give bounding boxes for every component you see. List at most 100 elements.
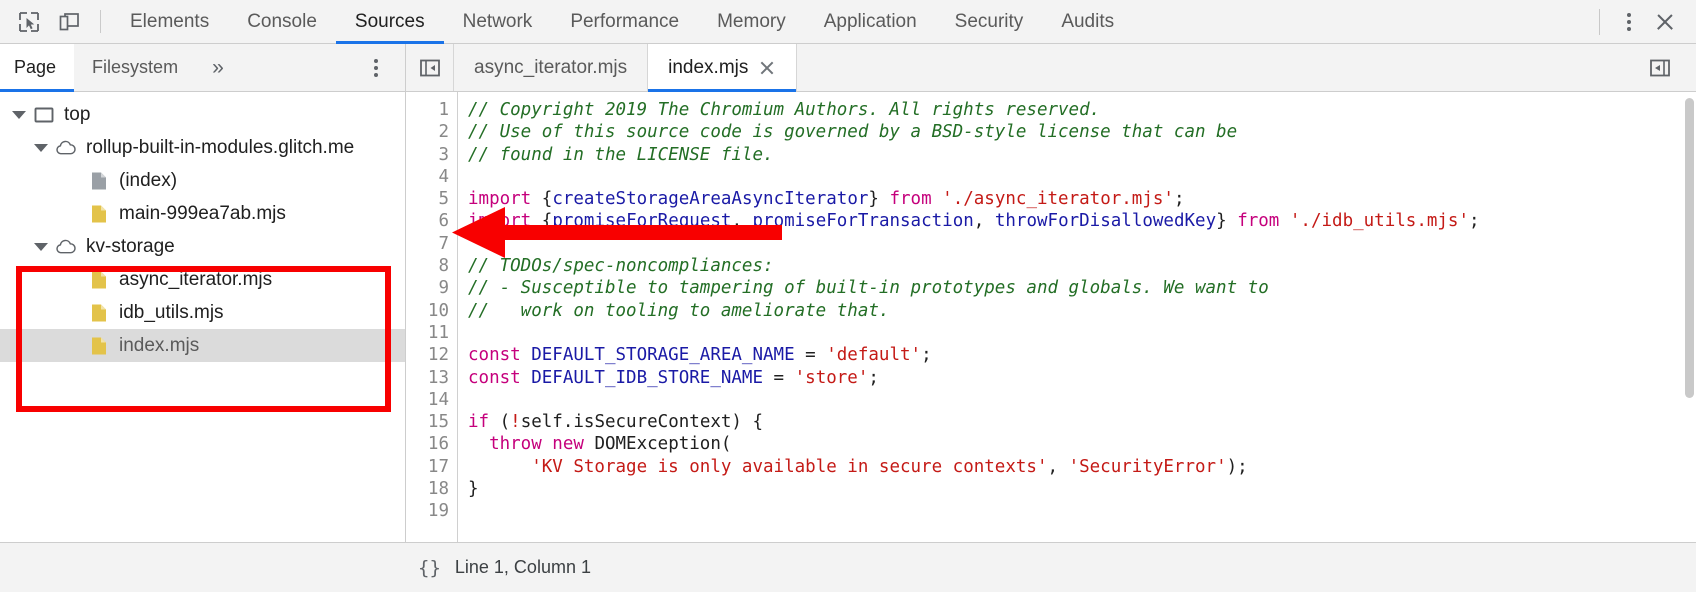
tree-item-idb-utils[interactable]: idb_utils.mjs — [0, 296, 405, 329]
code-token: ! — [510, 412, 521, 432]
code-line: throw new DOMException( — [468, 433, 1696, 455]
code-token: './async_iterator.mjs' — [942, 189, 1174, 209]
tab-label: Audits — [1061, 11, 1114, 33]
devtools-body: Page Filesystem » top — [0, 44, 1696, 542]
tab-console[interactable]: Console — [228, 0, 336, 43]
toolbar-right-icons — [1595, 0, 1696, 43]
inspect-element-icon[interactable] — [12, 7, 46, 37]
code-token: ( — [500, 412, 511, 432]
tree-item-index-mjs[interactable]: index.mjs — [0, 329, 405, 362]
code-token: ; — [1469, 211, 1480, 231]
code-token: // TODOs/spec-noncompliances: — [468, 256, 774, 276]
tab-security[interactable]: Security — [936, 0, 1043, 43]
tab-label: Sources — [355, 11, 425, 33]
cloud-icon — [55, 236, 77, 258]
nav-more-tabs-icon[interactable]: » — [196, 44, 240, 91]
line-number: 5 — [406, 188, 457, 210]
line-number: 18 — [406, 478, 457, 500]
editor-vertical-scrollbar[interactable] — [1685, 98, 1694, 398]
pretty-print-button[interactable]: {} — [406, 557, 455, 579]
line-number: 3 — [406, 144, 457, 166]
close-icon[interactable] — [758, 59, 776, 77]
tab-memory[interactable]: Memory — [698, 0, 805, 43]
navigator-pane: Page Filesystem » top — [0, 44, 406, 542]
nav-tab-label: Filesystem — [92, 57, 178, 78]
code-token: promiseForRequest — [552, 211, 731, 231]
code-line — [468, 166, 1696, 188]
code-token: , — [974, 211, 995, 231]
code-line: const DEFAULT_IDB_STORE_NAME = 'store'; — [468, 367, 1696, 389]
code-line — [468, 389, 1696, 411]
kebab-menu-icon[interactable] — [1614, 6, 1644, 38]
code-token: = — [795, 345, 827, 365]
nav-tab-label: Page — [14, 57, 56, 78]
chevron-down-icon[interactable] — [34, 243, 48, 251]
line-number: 15 — [406, 411, 457, 433]
tab-network[interactable]: Network — [444, 0, 552, 43]
tree-item-async-iterator[interactable]: async_iterator.mjs — [0, 263, 405, 296]
tree-item-origin[interactable]: rollup-built-in-modules.glitch.me — [0, 131, 405, 164]
script-icon — [88, 302, 110, 324]
tab-audits[interactable]: Audits — [1042, 0, 1133, 43]
tab-label: Memory — [717, 11, 786, 33]
line-number: 14 — [406, 389, 457, 411]
tree-item-label: index.mjs — [119, 335, 199, 357]
expand-sidebar-icon[interactable] — [1636, 56, 1684, 80]
chevron-down-icon[interactable] — [34, 144, 48, 152]
chevron-down-icon[interactable] — [12, 111, 26, 119]
editor-tab-label: index.mjs — [668, 57, 748, 79]
collapse-sidebar-icon[interactable] — [406, 44, 454, 91]
code-token: DEFAULT_IDB_STORE_NAME — [531, 368, 763, 388]
nav-tab-filesystem[interactable]: Filesystem — [74, 44, 196, 91]
close-icon[interactable] — [1648, 5, 1682, 39]
code-token: promiseForTransaction — [753, 211, 974, 231]
code-token: // found in the LICENSE file. — [468, 145, 774, 165]
tree-item-kv-storage[interactable]: kv-storage — [0, 230, 405, 263]
tree-item-index-doc[interactable]: (index) — [0, 164, 405, 197]
line-number: 9 — [406, 277, 457, 299]
code-line — [468, 233, 1696, 255]
nav-more-label: » — [212, 56, 224, 80]
code-token: // Copyright 2019 The Chromium Authors. … — [468, 100, 1100, 120]
code-token: 'default' — [826, 345, 921, 365]
code-token: DOMException( — [594, 434, 731, 454]
nav-tab-page[interactable]: Page — [0, 44, 74, 91]
line-number: 6 — [406, 210, 457, 232]
code-token: new — [552, 434, 594, 454]
code-token: const — [468, 345, 531, 365]
line-number: 19 — [406, 500, 457, 522]
code-editor[interactable]: 12345678910111213141516171819 // Copyrig… — [406, 92, 1696, 542]
code-line: // Copyright 2019 The Chromium Authors. … — [468, 99, 1696, 121]
line-number: 1 — [406, 99, 457, 121]
tree-item-label: main-999ea7ab.mjs — [119, 203, 286, 225]
tree-item-label: idb_utils.mjs — [119, 302, 224, 324]
code-line: 'KV Storage is only available in secure … — [468, 456, 1696, 478]
devtools-main-toolbar: Elements Console Sources Network Perform… — [0, 0, 1696, 44]
code-content[interactable]: // Copyright 2019 The Chromium Authors. … — [458, 92, 1696, 542]
tab-elements[interactable]: Elements — [111, 0, 228, 43]
tree-item-main-script[interactable]: main-999ea7ab.mjs — [0, 197, 405, 230]
line-number: 17 — [406, 456, 457, 478]
tab-application[interactable]: Application — [805, 0, 936, 43]
line-number: 16 — [406, 433, 457, 455]
tree-item-label: (index) — [119, 170, 177, 192]
editor-tab-index-mjs[interactable]: index.mjs — [648, 44, 797, 91]
editor-tab-label: async_iterator.mjs — [474, 57, 627, 79]
device-toolbar-icon[interactable] — [52, 7, 86, 37]
tab-label: Network — [463, 11, 533, 33]
line-number-gutter: 12345678910111213141516171819 — [406, 92, 458, 542]
tab-performance[interactable]: Performance — [551, 0, 698, 43]
script-icon — [88, 269, 110, 291]
kebab-menu-icon[interactable] — [361, 52, 391, 84]
code-token: } — [468, 479, 479, 499]
code-token: if — [468, 412, 500, 432]
code-token: // - Susceptible to tampering of built-i… — [468, 278, 1269, 298]
code-line: const DEFAULT_STORAGE_AREA_NAME = 'defau… — [468, 344, 1696, 366]
tree-item-label: rollup-built-in-modules.glitch.me — [86, 137, 354, 159]
cloud-icon — [55, 137, 77, 159]
code-line: import {promiseForRequest, promiseForTra… — [468, 210, 1696, 232]
tab-sources[interactable]: Sources — [336, 0, 444, 43]
code-token: from — [1237, 211, 1290, 231]
editor-tab-async-iterator[interactable]: async_iterator.mjs — [454, 44, 648, 91]
tree-item-top[interactable]: top — [0, 98, 405, 131]
